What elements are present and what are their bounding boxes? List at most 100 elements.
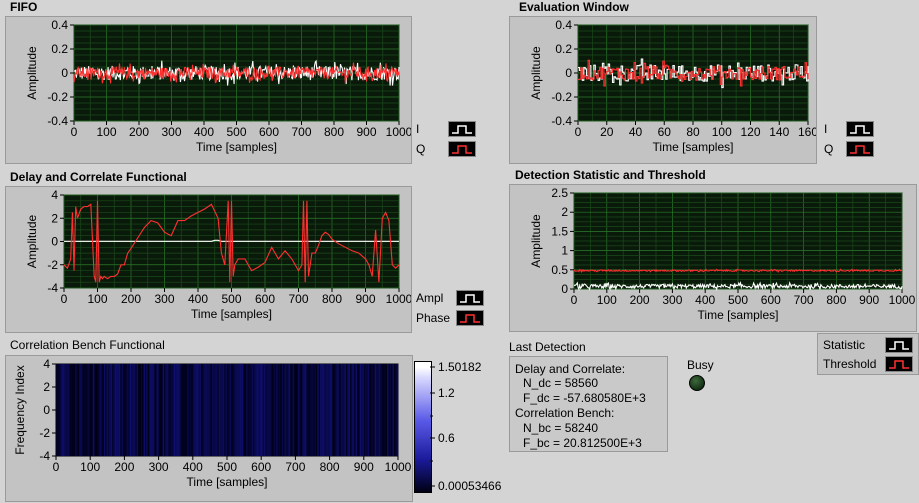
legend-item-statistic[interactable]: Statistic	[823, 336, 913, 354]
y-axis-label: Amplitude	[25, 215, 39, 269]
evaluation-graph[interactable]: 0 20 40 60 80 100 120 140 160 0.4 0.2 0 -0.2 -0.4 Time…	[510, 17, 816, 163]
evaluation-graph-panel: 0 20 40 60 80 100 120 140 160 0.4 0.2 0 -0.2 -0.4 Time…	[509, 16, 817, 164]
plot-style-icon[interactable]	[456, 310, 484, 326]
x-tick-label: 0	[53, 460, 60, 474]
legend-item-phase[interactable]: Phase	[416, 309, 484, 327]
delay-correlate-legend: Ampl Phase	[416, 289, 491, 329]
detection-graph[interactable]: 0 100 200 300 400 500 600 700 800 900 1000 2.5 2 1.5 1…	[510, 185, 916, 331]
plot-style-icon[interactable]	[448, 141, 476, 157]
y-tick-label: 0.2	[555, 42, 572, 56]
y-axis-label: Amplitude	[529, 214, 543, 268]
x-tick-label: 400	[695, 293, 715, 307]
detection-line: F_dc = -57.680580E+3	[523, 391, 646, 405]
y-tick-label: -0.2	[551, 90, 572, 104]
y-tick-label: -4	[39, 449, 50, 463]
x-tick-label: 40	[629, 125, 643, 139]
y-tick-label: -0.4	[47, 114, 68, 128]
fifo-graph-panel: 0 100 200 300 400 500 600 700 800 900 1000 0.4 0.2 0-…	[5, 16, 412, 164]
detection-line: Correlation Bench:	[515, 406, 615, 420]
y-tick-label: -0.4	[551, 114, 572, 128]
x-tick-label: 100	[80, 460, 100, 474]
x-tick-label: 60	[658, 125, 672, 139]
x-axis-label: Time [samples]	[653, 140, 734, 154]
x-tick-label: 500	[217, 460, 237, 474]
detection-graph-panel: 0 100 200 300 400 500 600 700 800 900 1000 2.5 2 1.5 1…	[509, 184, 917, 332]
x-tick-label: 0	[575, 125, 582, 139]
y-tick-label: 1.5	[551, 224, 568, 238]
x-tick-label: 100	[597, 293, 617, 307]
legend-item-q[interactable]: Q	[416, 140, 476, 158]
x-tick-label: 600	[259, 125, 279, 139]
detection-line: N_dc = 58560	[523, 376, 599, 390]
plot-style-icon[interactable]	[448, 121, 476, 137]
x-tick-label: 300	[161, 125, 181, 139]
x-tick-label: 900	[356, 125, 376, 139]
colorbar-min-label[interactable]: 0.00053466	[438, 479, 502, 493]
y-axis-label: Amplitude	[25, 46, 39, 100]
delay-correlate-graph[interactable]: 0 100 200 300 400 500 600 700 800 900 1000 4 2 0 -2 -4 T…	[6, 187, 411, 332]
detection-title: Detection Statistic and Threshold	[515, 168, 706, 182]
x-tick-label: 160	[798, 125, 816, 139]
x-tick-label: 700	[285, 460, 305, 474]
x-tick-label: 800	[320, 460, 340, 474]
x-tick-label: 200	[121, 292, 141, 306]
detection-line: Delay and Correlate:	[515, 362, 626, 376]
last-detection-title: Last Detection	[509, 340, 586, 354]
plot-style-icon[interactable]	[456, 290, 484, 306]
delay-correlate-title: Delay and Correlate Functional	[10, 170, 187, 184]
x-tick-label: 400	[188, 292, 208, 306]
x-tick-label: 1000	[385, 460, 412, 474]
legend-item-q[interactable]: Q	[824, 140, 874, 158]
y-tick-label: 0	[561, 282, 568, 296]
plot-style-icon[interactable]	[885, 337, 913, 353]
x-tick-label: 100	[87, 292, 107, 306]
legend-label: Statistic	[823, 338, 866, 352]
x-tick-label: 800	[324, 125, 344, 139]
x-tick-label: 300	[662, 293, 682, 307]
y-tick-label: 0	[43, 403, 50, 417]
x-tick-label: 700	[288, 292, 308, 306]
legend-label: Q	[824, 142, 834, 156]
x-tick-label: 600	[251, 460, 271, 474]
y-axis-label: Frequency Index	[13, 365, 27, 454]
detection-line: F_bc = 20.812500E+3	[523, 436, 642, 450]
evaluation-title: Evaluation Window	[519, 0, 629, 14]
legend-label: Phase	[416, 311, 451, 325]
bench-graph[interactable]: 0 100 200 300 400 500 600 700 800 900 1000 4 2 0 -2 -4 T…	[6, 356, 412, 501]
x-tick-label: 300	[154, 292, 174, 306]
plot-style-icon[interactable]	[885, 356, 913, 372]
colorbar-tick-label: 1.2	[438, 386, 455, 400]
y-tick-label: 2	[43, 380, 50, 394]
legend-item-i[interactable]: I	[824, 120, 874, 138]
legend-label: Q	[416, 142, 426, 156]
x-axis-label: Time [samples]	[196, 140, 277, 154]
legend-item-threshold[interactable]: Threshold	[823, 355, 913, 373]
x-tick-label: 120	[740, 125, 760, 139]
y-tick-label: 2	[561, 205, 568, 219]
colorbar-max-label[interactable]: 1.50182	[438, 360, 482, 374]
x-tick-label: 800	[322, 292, 342, 306]
x-tick-label: 500	[221, 292, 241, 306]
legend-item-ampl[interactable]: Ampl	[416, 289, 484, 307]
x-axis-label: Time [samples]	[191, 307, 272, 321]
y-tick-label: 0.4	[51, 18, 68, 32]
x-tick-label: 1000	[386, 125, 411, 139]
legend-item-i[interactable]: I	[416, 120, 476, 138]
plot-style-icon[interactable]	[846, 121, 874, 137]
x-tick-label: 300	[149, 460, 169, 474]
detection-line: N_bc = 58240	[523, 421, 599, 435]
y-tick-label: 0.5	[551, 263, 568, 277]
y-tick-label: 4	[51, 188, 58, 202]
fifo-legend: I Q	[416, 120, 491, 160]
x-tick-label: 800	[826, 293, 846, 307]
y-tick-label: 0	[565, 66, 572, 80]
y-tick-label: 4	[43, 357, 50, 371]
heatmap-column	[396, 364, 399, 456]
colorbar-tick-label: 0.6	[438, 431, 455, 445]
detection-legend: Statistic Threshold	[817, 333, 919, 375]
x-tick-label: 400	[194, 125, 214, 139]
plot-style-icon[interactable]	[846, 141, 874, 157]
colorbar-scale: 1.50182 1.2 0.6 0.00053466	[430, 360, 502, 493]
fifo-graph[interactable]: 0 100 200 300 400 500 600 700 800 900 10000.40.20-…	[6, 17, 411, 163]
delay-correlate-graph-panel: 0 100 200 300 400 500 600 700 800 900 1000 4 2 0 -2 -4 T…	[5, 186, 412, 333]
